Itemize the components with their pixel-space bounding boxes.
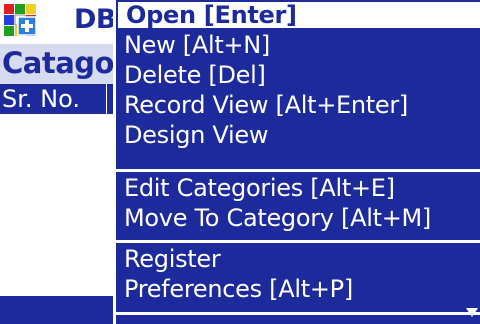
menu-separator: [116, 240, 480, 243]
menu-item-move-to-category[interactable]: Move To Category [Alt+M]: [116, 203, 480, 233]
menu-item-edit-categories[interactable]: Edit Categories [Alt+E]: [116, 173, 480, 203]
scroll-down-arrow-icon[interactable]: [465, 304, 479, 320]
menu-item-delete[interactable]: Delete [Del]: [116, 60, 480, 90]
context-menu: Open [Enter] New [Alt+N] Delete [Del] Re…: [113, 0, 480, 324]
menu-item-record-view[interactable]: Record View [Alt+Enter]: [116, 90, 480, 120]
menu-item-preferences[interactable]: Preferences [Alt+P]: [116, 274, 480, 304]
category-label: Catagor: [2, 46, 128, 80]
menu-item-register[interactable]: Register: [116, 244, 480, 274]
database-grid-icon: [4, 4, 37, 36]
menu-item-new[interactable]: New [Alt+N]: [116, 30, 480, 60]
column-header-sr-no[interactable]: Sr. No.: [0, 84, 107, 114]
menu-item-design-view[interactable]: Design View: [116, 120, 480, 150]
menu-separator: [116, 169, 480, 172]
menu-item-open[interactable]: Open [Enter]: [116, 0, 480, 30]
menu-separator: [116, 312, 480, 315]
